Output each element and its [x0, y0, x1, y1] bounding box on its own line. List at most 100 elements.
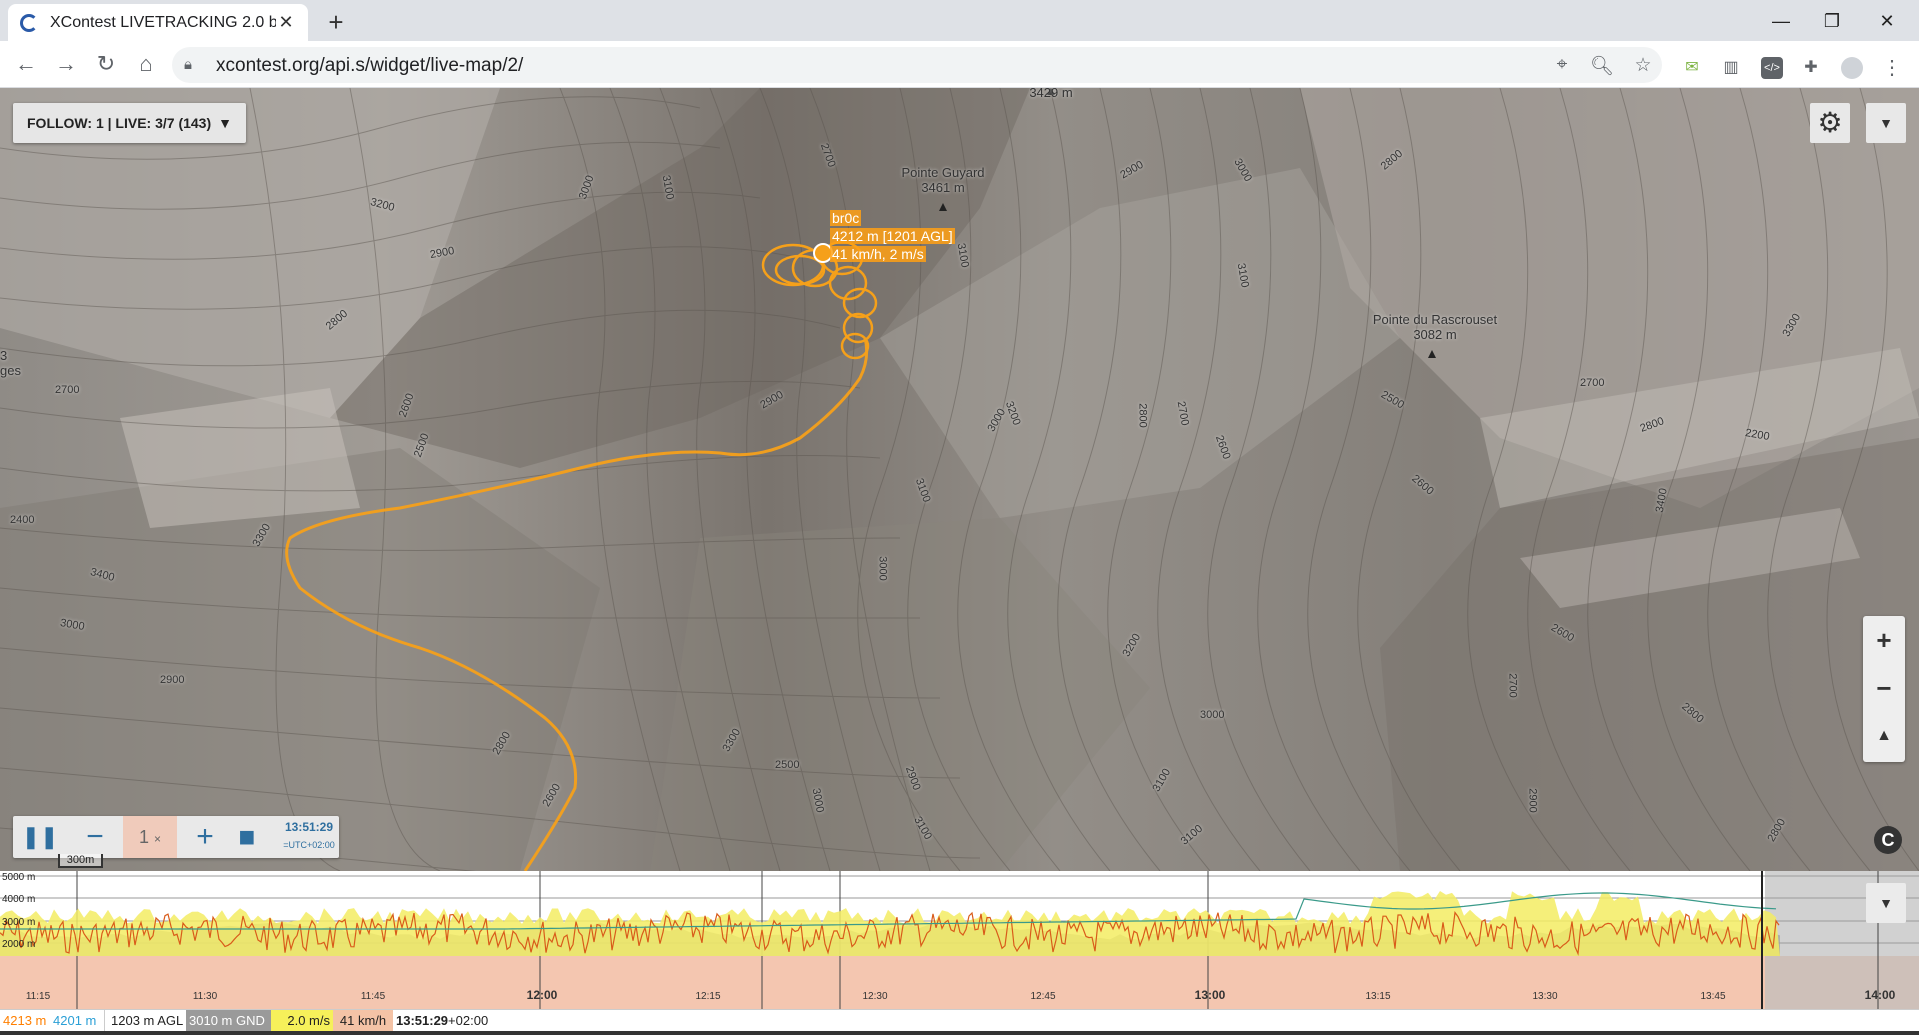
contour-label: 2800 [1136, 403, 1149, 428]
settings-gear-icon[interactable]: ⚙ [1810, 103, 1850, 143]
contour-label: 2700 [55, 384, 80, 396]
zoom-out-button[interactable]: − [1863, 664, 1905, 712]
peak-label: 3429 m [1020, 88, 1082, 100]
north-arrow-icon[interactable]: ▲ [1863, 712, 1905, 760]
peak-name: Pointe du Rascrouset [1372, 312, 1498, 327]
bookmark-star-icon[interactable]: ☆ [1631, 54, 1655, 77]
barogram-x-label: 12:45 [1030, 991, 1055, 1002]
agl-value: 1203 m AGL [104, 1010, 186, 1032]
barogram-x-label: 13:30 [1532, 991, 1557, 1002]
status-time: 13:51:29+02:00 [393, 1010, 491, 1032]
barogram-y-label: 3000 m [2, 917, 35, 928]
menu-dots-icon[interactable]: ⋮ [1881, 57, 1903, 79]
partial-label: ges [0, 363, 21, 378]
barogram-x-label: 13:00 [1195, 988, 1226, 1002]
playback-speed: 1 × [123, 816, 177, 858]
close-window-button[interactable]: ✕ [1864, 6, 1910, 36]
browser-tab[interactable]: XContest LIVETRACKING 2.0 beta ✕ [8, 4, 308, 41]
contour-label: 2400 [10, 514, 35, 526]
playback-control: ❚❚ − 1 × + ■ 13:51:29 =UTC+02:00 [13, 816, 339, 858]
barogram-x-label: 13:15 [1365, 991, 1390, 1002]
barogram-x-label: 11:15 [26, 991, 51, 1002]
tab-strip: XContest LIVETRACKING 2.0 beta ✕ + — ❐ ✕ [0, 0, 1919, 41]
vario-value: 2.0 m/s [271, 1010, 333, 1032]
stop-button[interactable]: ■ [225, 816, 269, 858]
live-map[interactable]: 3429 m Pointe Guyard 3461 m Pointe du Ra… [0, 88, 1919, 871]
copyright-icon[interactable]: C [1874, 826, 1902, 854]
gnd-value: 3010 m GND [186, 1010, 271, 1032]
barogram-x-label: 14:00 [1865, 988, 1896, 1002]
peak-elevation: 3082 m [1413, 327, 1457, 342]
faster-button[interactable]: + [183, 816, 227, 858]
puzzle-icon[interactable]: ✚ [1800, 57, 1822, 79]
pilot-label[interactable]: br0c 4212 m [1201 AGL] 41 km/h, 2 m/s [830, 209, 955, 263]
barogram[interactable]: 5000 m 4000 m 3000 m 2000 m 11:15 11:30 11:45… [0, 871, 1919, 1009]
barogram-x-label: 11:45 [361, 991, 386, 1002]
favicon-icon [20, 13, 38, 32]
new-tab-button[interactable]: + [320, 7, 352, 39]
contour-label: 3000 [876, 556, 889, 581]
extension-icon[interactable]: </> [1761, 57, 1783, 79]
speed-unit: × [154, 832, 162, 846]
location-icon[interactable]: ⌖ [1550, 54, 1574, 76]
url-text[interactable]: xcontest.org/api.s/widget/live-map/2/ [216, 55, 523, 77]
restore-button[interactable]: ❐ [1809, 6, 1855, 36]
peak-label: Pointe Guyard 3461 m [880, 165, 1006, 195]
map-menu-button[interactable]: ▼ [1866, 103, 1906, 143]
barogram-y-label: 4000 m [2, 894, 35, 905]
playback-time: 13:51:29 [284, 820, 334, 834]
time-value: 13:51:29 [396, 1013, 449, 1028]
pilot-name: br0c [830, 210, 862, 226]
barogram-y-label: 2000 m [2, 939, 35, 950]
zoom-control: + − ▲ [1863, 616, 1905, 762]
peak-elevation: 3461 m [921, 180, 965, 195]
bottom-border [0, 1031, 1919, 1035]
playback-timezone: =UTC+02:00 [283, 840, 335, 850]
extension-icon[interactable]: ▥ [1720, 57, 1742, 79]
contour-label: 2500 [775, 759, 800, 771]
home-icon[interactable]: ⌂ [130, 49, 162, 81]
forward-icon[interactable]: → [50, 49, 82, 81]
address-bar[interactable]: 🔒︎ xcontest.org/api.s/widget/live-map/2/… [172, 47, 1662, 83]
contour-label: 3000 [1200, 709, 1225, 721]
timezone-value: +02:00 [448, 1013, 489, 1028]
status-bar: 4213 m 4201 m 1203 m AGL 3010 m GND 2.0 … [0, 1009, 1919, 1032]
browser-toolbar: ← → ↻ ⌂ 🔒︎ xcontest.org/api.s/widget/liv… [0, 41, 1919, 88]
reload-icon[interactable]: ↻ [90, 49, 122, 81]
extension-icon[interactable]: ✉ [1681, 57, 1703, 79]
barogram-x-label: 13:45 [1700, 991, 1725, 1002]
contour-label: 2700 [1506, 673, 1519, 698]
peak-label: Pointe du Rascrouset 3082 m [1355, 312, 1515, 342]
scale-bar: 300m [58, 854, 103, 868]
contour-label: 2900 [160, 674, 185, 686]
tab-title: XContest LIVETRACKING 2.0 beta [50, 13, 276, 31]
barogram-menu-button[interactable]: ▼ [1866, 883, 1906, 923]
contour-label: 2700 [1580, 377, 1605, 389]
pilot-altitude: 4212 m [1201 AGL] [830, 228, 955, 244]
slower-button[interactable]: − [73, 816, 117, 858]
follow-dropdown[interactable]: FOLLOW: 1 | LIVE: 3/7 (143) ▼ [13, 103, 246, 143]
barogram-x-label: 12:00 [527, 988, 558, 1002]
chevron-down-icon: ▼ [218, 115, 232, 131]
close-tab-icon[interactable]: ✕ [276, 12, 296, 33]
zoom-in-button[interactable]: + [1863, 616, 1905, 664]
barogram-x-label: 12:30 [862, 991, 887, 1002]
speed-value: 41 km/h [333, 1010, 393, 1032]
peak-elevation: 3429 m [1029, 88, 1073, 100]
barogram-x-label: 12:15 [695, 991, 720, 1002]
barogram-x-label: 11:30 [193, 991, 218, 1002]
avatar[interactable] [1841, 57, 1863, 79]
gps-altitude: 4213 m [3, 1013, 47, 1028]
speed-value: 1 [138, 827, 149, 847]
pause-button[interactable]: ❚❚ [18, 816, 62, 858]
back-icon[interactable]: ← [10, 49, 42, 81]
baro-altitude: 4201 m [53, 1013, 97, 1028]
pilot-speed: 41 km/h, 2 m/s [830, 246, 926, 262]
terrain-layer [0, 88, 1919, 871]
zoom-icon[interactable]: 🔍︎ [1590, 54, 1614, 78]
peak-name: Pointe Guyard [901, 165, 985, 180]
barogram-chart: 5000 m 4000 m 3000 m 2000 m 11:15 11:30 11:45… [0, 871, 1919, 1009]
minimize-button[interactable]: — [1758, 6, 1804, 36]
partial-label: 3 [0, 348, 8, 363]
lock-icon: 🔒︎ [184, 56, 192, 73]
